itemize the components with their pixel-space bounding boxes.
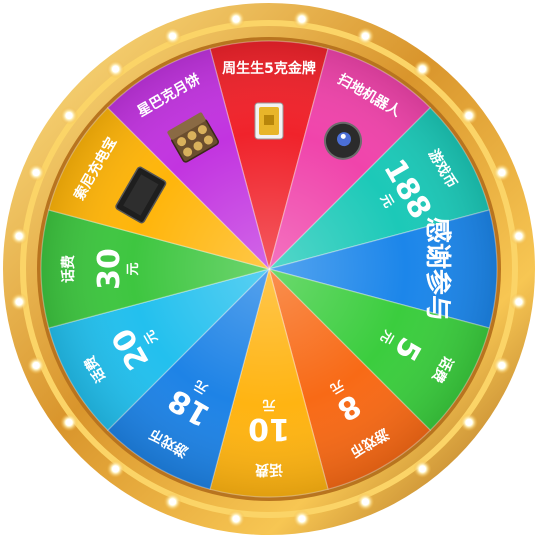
- rim-light-bulb: [292, 509, 311, 528]
- segment-value: 感谢参与: [422, 217, 453, 321]
- rim-light-bulb: [413, 459, 432, 478]
- rim-light-bulb: [292, 10, 311, 29]
- rim-light-bulb: [10, 292, 29, 311]
- segment-unit: 元: [262, 397, 275, 412]
- rim-light-bulb: [356, 492, 375, 511]
- rim-light-bulb: [27, 163, 46, 182]
- segment-unit: 元: [126, 262, 141, 275]
- segment-value: 30: [92, 248, 127, 290]
- rim-light-bulb: [60, 106, 79, 125]
- rim-light-bulb: [10, 227, 29, 246]
- rim-light-bulb: [509, 292, 528, 311]
- rim-light-bulb: [106, 459, 125, 478]
- rim-light-bulb: [227, 10, 246, 29]
- segment-name: 话费: [255, 461, 283, 478]
- rim-light-bulb: [509, 227, 528, 246]
- rim-light-bulb: [106, 60, 125, 79]
- segment-label-group: 感谢参与: [422, 217, 453, 321]
- rim-light-bulb: [163, 27, 182, 46]
- segment-value: 10: [248, 411, 290, 446]
- segment-name: 话费: [60, 255, 77, 283]
- rim-light-bulb: [163, 492, 182, 511]
- rim-light-bulb: [60, 413, 79, 432]
- rim-light-bulb: [413, 60, 432, 79]
- segment-name: 周生生5克金牌: [222, 60, 316, 77]
- rim-light-bulb: [459, 413, 478, 432]
- rim-light-bulb: [459, 106, 478, 125]
- rim-light-bulb: [356, 27, 375, 46]
- rim-light-bulb: [27, 356, 46, 375]
- prize-wheel[interactable]: 周生生5克金牌扫地机器人游戏币188元感谢参与话费5元游戏币8元话费10元游戏币…: [0, 0, 538, 538]
- gold-bar-icon: [254, 102, 284, 140]
- rim-light-bulb: [227, 509, 246, 528]
- rim-light-bulb: [492, 356, 511, 375]
- rim-light-bulb: [492, 163, 511, 182]
